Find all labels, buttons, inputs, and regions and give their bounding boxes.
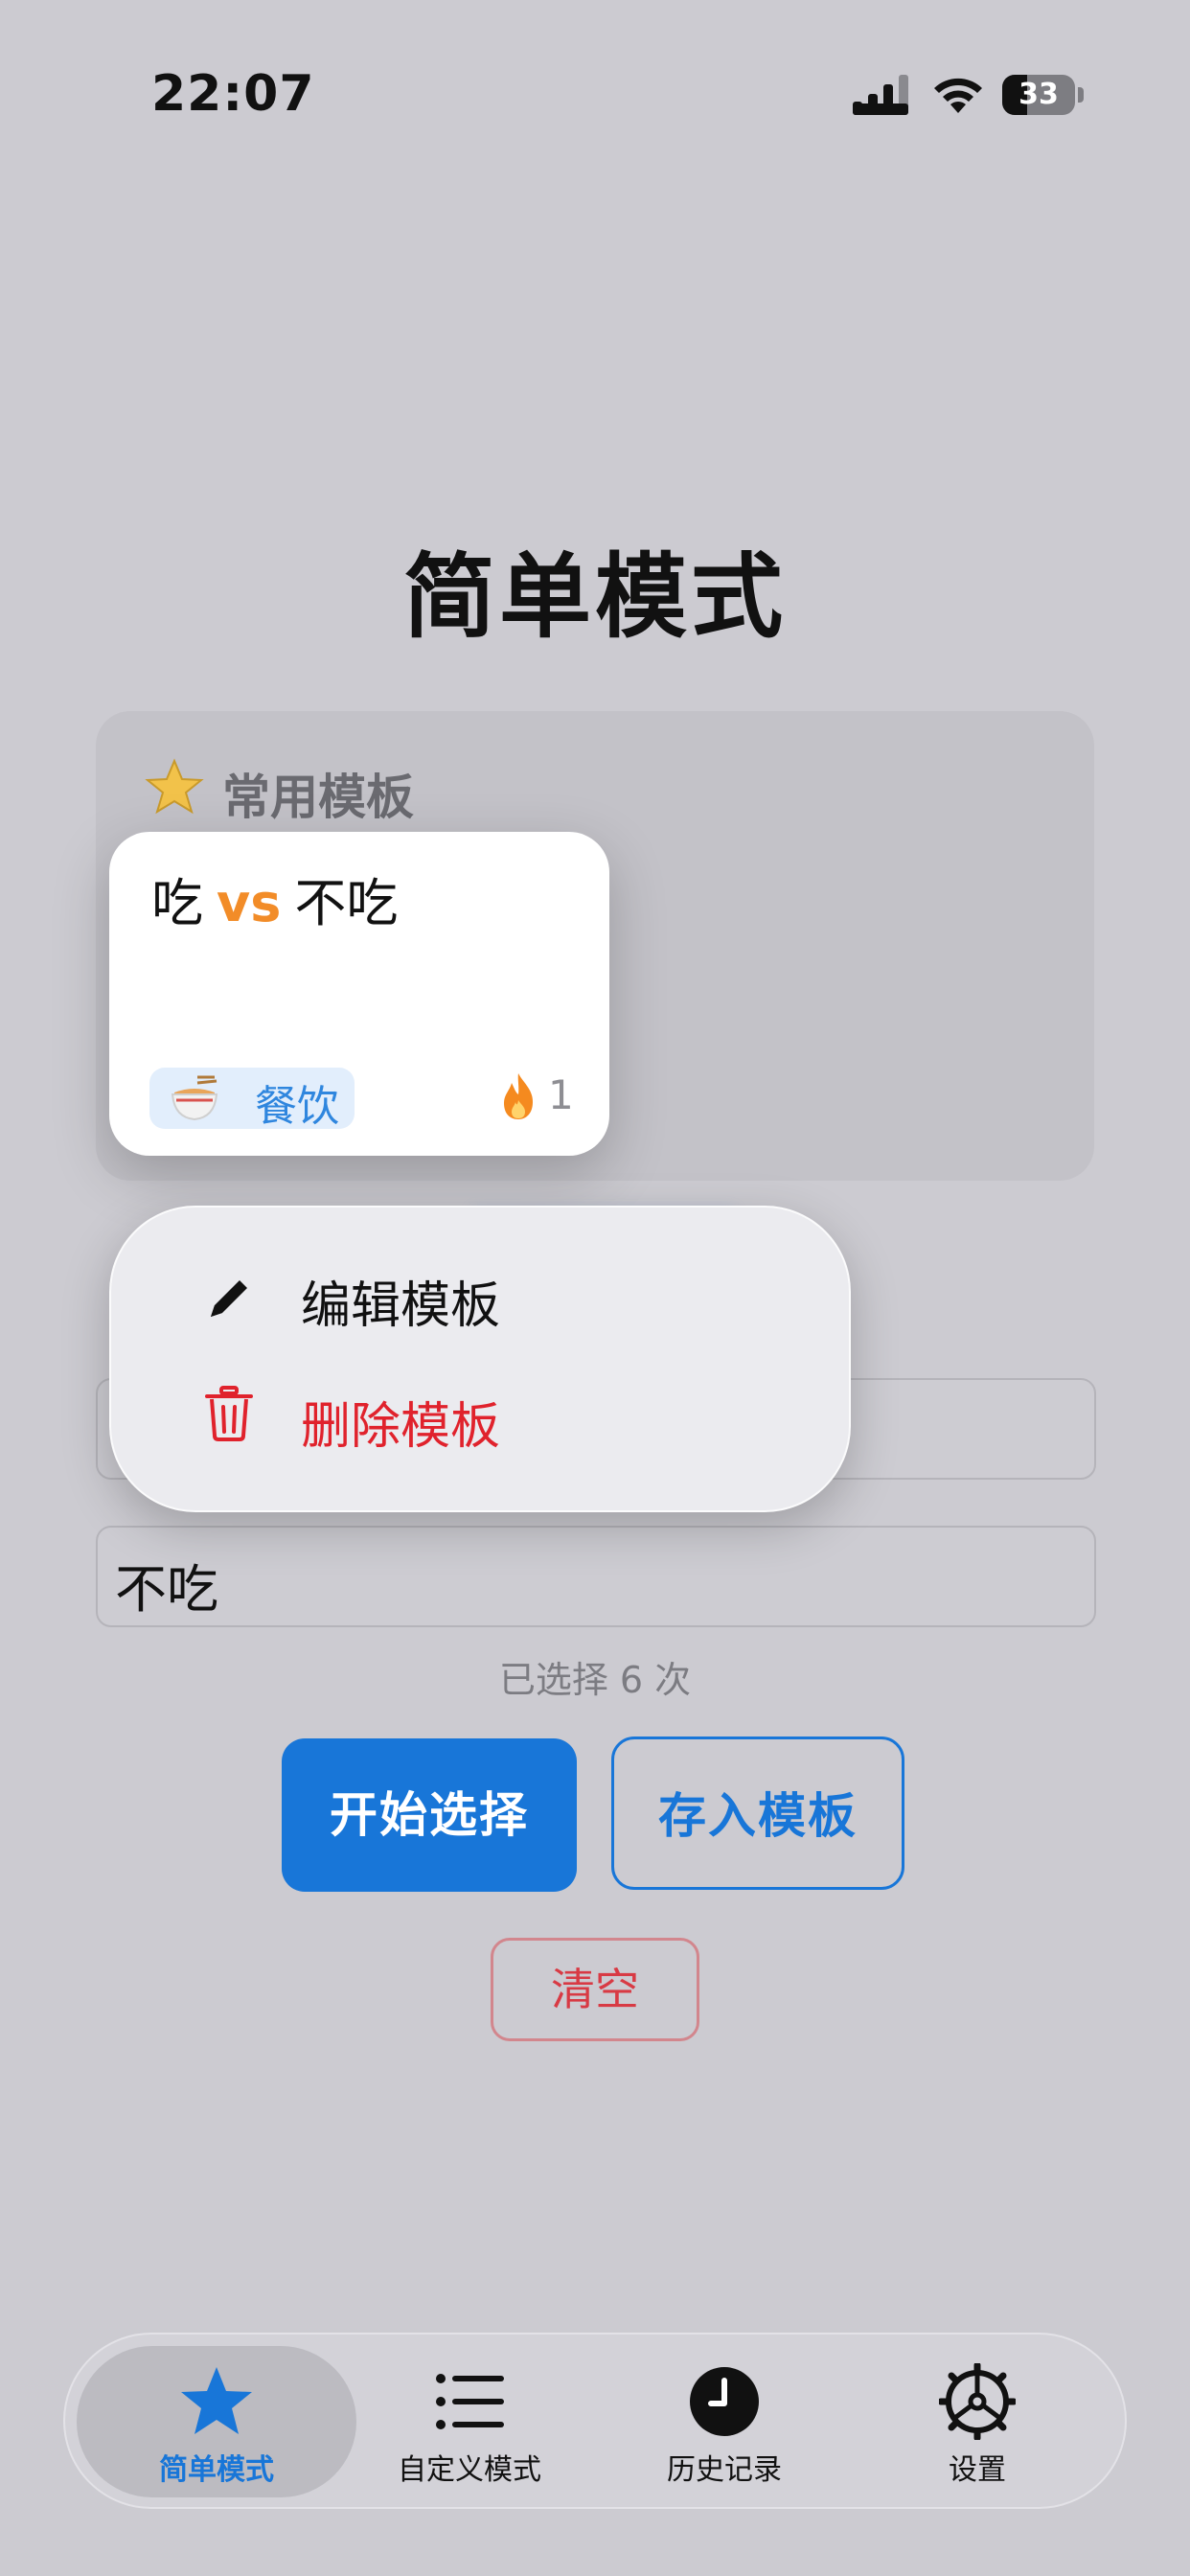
tab-bar: 简单模式 自定义模式 历史记录 设置	[63, 2333, 1127, 2509]
edit-template-label: 编辑模板	[301, 1277, 501, 1335]
tab-history-label: 历史记录	[667, 2453, 782, 2487]
template-card[interactable]: 吃 vs 不吃 餐饮 1	[109, 832, 609, 1156]
battery-level: 33	[1018, 78, 1059, 111]
template-option-left: 吃	[151, 873, 203, 933]
noodle-bowl-icon	[171, 1075, 218, 1121]
tab-settings[interactable]: 设置	[851, 2334, 1104, 2511]
vs-label: vs	[217, 873, 282, 933]
tab-custom-mode[interactable]: 自定义模式	[343, 2334, 596, 2511]
option-2-value: 不吃	[115, 1559, 218, 1620]
tab-simple-mode[interactable]: 简单模式	[90, 2334, 343, 2511]
delete-template-label: 删除模板	[301, 1398, 501, 1456]
gear-icon	[939, 2363, 1016, 2440]
trash-icon	[205, 1386, 253, 1441]
tab-simple-mode-label: 简单模式	[159, 2453, 274, 2487]
clear-button[interactable]: 清空	[491, 1938, 699, 2041]
category-label: 餐饮	[255, 1082, 339, 1131]
selected-count-text: 已选择 6 次	[498, 1659, 692, 1701]
tab-settings-label: 设置	[949, 2453, 1006, 2487]
page-title: 简单模式	[403, 543, 787, 651]
fire-icon	[504, 1073, 533, 1119]
wifi-icon	[934, 78, 982, 113]
start-selection-button[interactable]: 开始选择	[282, 1738, 577, 1892]
delete-template-menu-item[interactable]: 删除模板	[111, 1359, 849, 1510]
battery-icon: 33	[1002, 75, 1084, 117]
star-icon	[145, 758, 204, 815]
option-2-input[interactable]: 不吃	[96, 1526, 1096, 1627]
pencil-icon	[211, 1280, 247, 1317]
clock-icon	[690, 2367, 759, 2436]
context-menu: 编辑模板 删除模板	[109, 1206, 851, 1512]
status-time: 22:07	[151, 65, 315, 123]
edit-template-menu-item[interactable]: 编辑模板	[111, 1208, 849, 1359]
tab-history[interactable]: 历史记录	[598, 2334, 851, 2511]
templates-heading: 常用模板	[222, 770, 414, 825]
template-option-right: 不吃	[294, 873, 399, 933]
category-badge: 餐饮	[149, 1068, 355, 1131]
template-card-title: 吃 vs 不吃	[151, 861, 398, 936]
list-icon	[436, 2374, 504, 2429]
star-icon	[181, 2367, 252, 2434]
cellular-signal-icon	[853, 75, 908, 115]
tab-custom-mode-label: 自定义模式	[398, 2453, 541, 2487]
use-count: 1	[548, 1071, 574, 1118]
save-template-button[interactable]: 存入模板	[611, 1736, 904, 1890]
